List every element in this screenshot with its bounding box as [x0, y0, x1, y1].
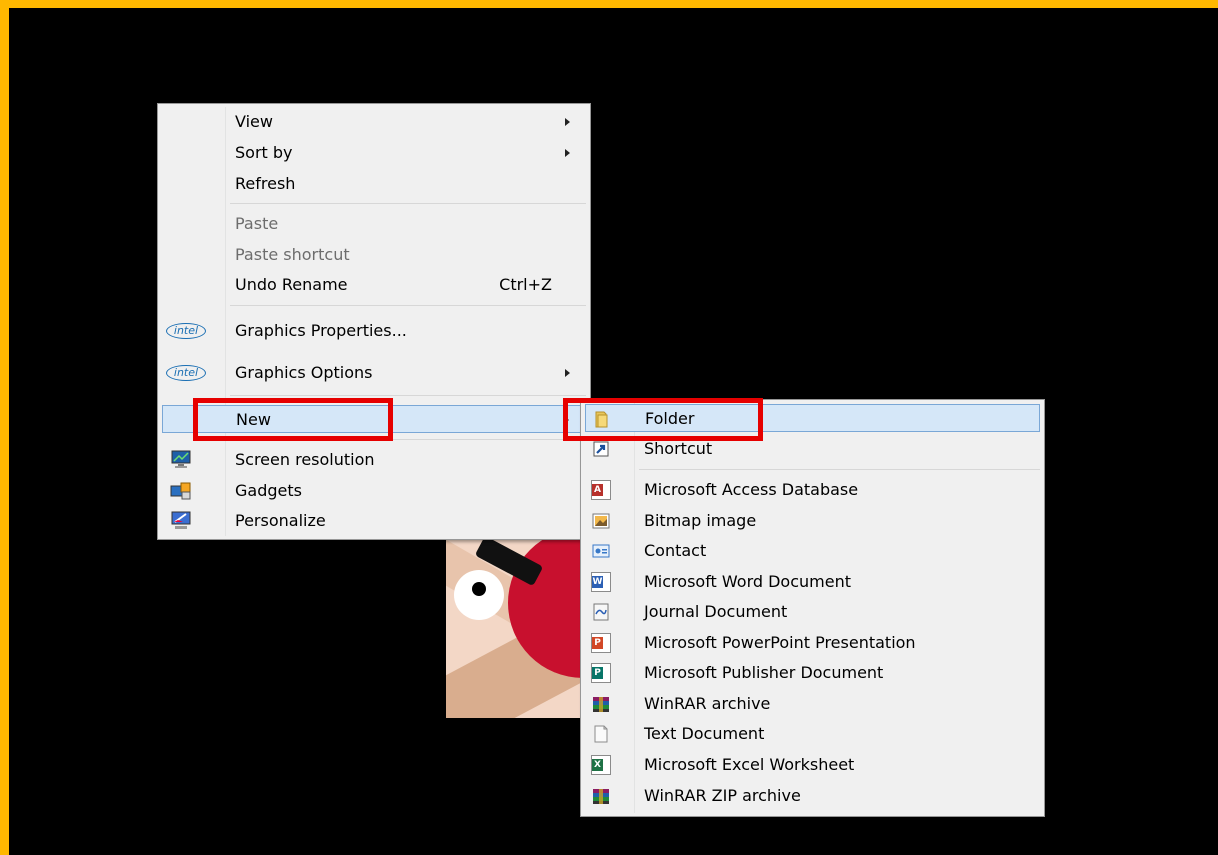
submenu-item-winrar-zip[interactable]: WinRAR ZIP archive	[585, 782, 1040, 810]
menu-item-personalize[interactable]: Personalize	[162, 507, 586, 535]
menu-separator	[639, 469, 1040, 470]
submenu-item-winrar[interactable]: WinRAR archive	[585, 690, 1040, 718]
journal-document-icon	[591, 602, 611, 622]
menu-item-paste: Paste	[235, 214, 279, 233]
menu-separator	[230, 203, 586, 204]
intel-logo-icon: intel	[166, 323, 206, 339]
contact-card-icon	[591, 541, 611, 561]
submenu-item-publisher[interactable]: P Microsoft Publisher Document	[585, 659, 1040, 687]
excel-worksheet-icon: X	[591, 755, 611, 775]
word-document-icon: W	[591, 572, 611, 592]
submenu-item-shortcut[interactable]: Shortcut	[585, 435, 1040, 463]
menu-item-gadgets[interactable]: Gadgets	[162, 477, 586, 505]
menu-item-undo-rename[interactable]: Undo Rename Ctrl+Z	[162, 271, 586, 299]
publisher-document-icon: P	[591, 663, 611, 683]
submenu-item-text[interactable]: Text Document	[585, 720, 1040, 748]
submenu-item-journal[interactable]: Journal Document	[585, 598, 1040, 626]
desktop-wallpaper	[446, 520, 586, 718]
gadgets-icon	[170, 481, 191, 501]
menu-item-paste-shortcut: Paste shortcut	[235, 245, 350, 264]
submenu-arrow-icon	[564, 416, 569, 424]
menu-item-screen-resolution[interactable]: Screen resolution	[162, 446, 586, 474]
submenu-item-folder[interactable]: Folder	[585, 404, 1040, 432]
monitor-icon	[170, 450, 191, 470]
menu-item-view[interactable]: View	[162, 108, 586, 136]
personalize-icon	[170, 511, 191, 531]
submenu-arrow-icon	[565, 118, 570, 126]
shortcut-key-label: Ctrl+Z	[499, 275, 552, 294]
submenu-item-powerpoint[interactable]: P Microsoft PowerPoint Presentation	[585, 629, 1040, 657]
submenu-arrow-icon	[565, 149, 570, 157]
access-database-icon: A	[591, 480, 611, 500]
new-submenu: Folder Shortcut A Microsoft Access Datab…	[580, 399, 1045, 817]
menu-item-new[interactable]: New	[162, 405, 586, 433]
menu-item-graphics-properties[interactable]: intel Graphics Properties...	[162, 317, 586, 345]
submenu-item-access[interactable]: A Microsoft Access Database	[585, 476, 1040, 504]
menu-separator	[230, 305, 586, 306]
submenu-item-bitmap[interactable]: Bitmap image	[585, 507, 1040, 535]
intel-logo-icon: intel	[166, 365, 206, 381]
menu-separator	[230, 395, 586, 396]
desktop-context-menu: View Sort by Refresh Paste Paste shortcu…	[157, 103, 591, 540]
menu-item-graphics-options[interactable]: intel Graphics Options	[162, 359, 586, 387]
submenu-arrow-icon	[565, 369, 570, 377]
submenu-item-excel[interactable]: X Microsoft Excel Worksheet	[585, 751, 1040, 779]
menu-separator	[230, 439, 586, 440]
folder-icon	[592, 409, 612, 429]
winrar-zip-archive-icon	[591, 786, 611, 806]
menu-item-sort-by[interactable]: Sort by	[162, 139, 586, 167]
submenu-item-word[interactable]: W Microsoft Word Document	[585, 568, 1040, 596]
text-document-icon	[591, 724, 611, 744]
menu-item-refresh[interactable]: Refresh	[162, 170, 586, 198]
submenu-item-contact[interactable]: Contact	[585, 537, 1040, 565]
powerpoint-presentation-icon: P	[591, 633, 611, 653]
shortcut-icon	[591, 439, 611, 459]
bitmap-image-icon	[591, 511, 611, 531]
winrar-archive-icon	[591, 694, 611, 714]
